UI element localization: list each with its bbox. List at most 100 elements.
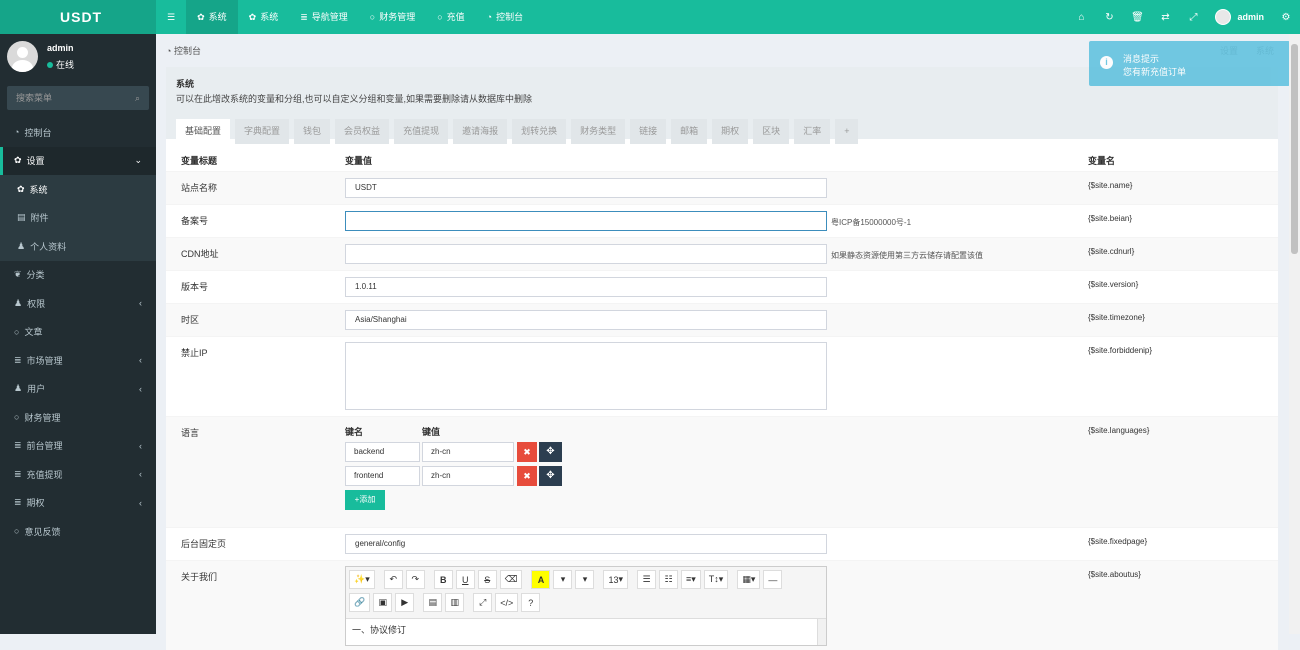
toast-message: 您有新充值订单 [1123, 67, 1187, 77]
strikethrough-icon[interactable]: S [477, 570, 497, 589]
remove-button[interactable]: ✖ [517, 466, 537, 486]
video-icon[interactable]: ▶ [395, 593, 415, 612]
sidebar-item-frontend[interactable]: ≣ 前台管理 ‹ [0, 432, 156, 461]
top-tab-dashboard[interactable]: ◔ 控制台 [476, 0, 534, 34]
tab-member[interactable]: 会员权益 [335, 119, 390, 144]
sidebar-item-permission[interactable]: ♟ 权限 ‹ [0, 289, 156, 318]
about-us-editor: ✨▾ ↶ ↷ B U S ⌫ A ▾ ▾ 13 ▾ ☰ ☷ ≡▾ T↕▾ ▦▾ … [345, 566, 827, 646]
magic-icon[interactable]: ✨▾ [349, 570, 375, 589]
top-tab-system-1[interactable]: ✿ 系统 [186, 0, 238, 34]
help-icon[interactable]: ? [521, 593, 541, 612]
tab-finance-type[interactable]: 财务类型 [571, 119, 626, 144]
top-tab-nav-manage[interactable]: ≣ 导航管理 [289, 0, 359, 34]
fixed-page-input[interactable]: general/config [345, 534, 827, 554]
undo-icon[interactable]: ↶ [383, 570, 403, 589]
language-value-input[interactable]: zh-cn [422, 442, 514, 462]
dashboard-icon: ◔ [486, 12, 493, 22]
timezone-input[interactable]: Asia/Shanghai [345, 310, 827, 330]
scrollbar-thumb[interactable] [1291, 44, 1298, 254]
sidebar-item-category[interactable]: ❦ 分类 [0, 261, 156, 290]
search-icon[interactable]: ⌕ [135, 86, 140, 110]
group-icon: ♟ [14, 297, 23, 308]
site-name-input[interactable]: USDT [345, 178, 827, 198]
list-icon: ≣ [14, 354, 22, 365]
redo-icon[interactable]: ↷ [405, 570, 425, 589]
hamburger-icon: ☰ [167, 12, 176, 22]
home-icon[interactable]: ⌂ [1067, 0, 1095, 34]
image-icon[interactable]: ▣ [373, 593, 393, 612]
drag-handle[interactable]: ✥ [539, 442, 562, 462]
cogs-icon[interactable]: ⚙ [1272, 0, 1300, 34]
page-scrollbar[interactable] [1289, 34, 1300, 634]
beian-input[interactable] [345, 211, 827, 231]
logo[interactable]: USDT [0, 0, 156, 34]
tab-dictionary[interactable]: 字典配置 [235, 119, 290, 144]
bullet-list-icon[interactable]: ☰ [637, 570, 657, 589]
sidebar-item-recharge[interactable]: ≣ 充值提现 ‹ [0, 460, 156, 489]
line-height-icon[interactable]: T↕▾ [703, 570, 729, 589]
user-menu[interactable]: admin [1207, 9, 1272, 25]
document-icon[interactable]: ▥ [445, 593, 465, 612]
fullscreen-icon[interactable]: ⤢ [473, 593, 493, 612]
top-navbar: USDT ☰ ✿ 系统 ✿ 系统 ≣ 导航管理 ○ 财务管理 ○ 充值 ◔ 控制台 ⌂ ↻ … [0, 0, 1300, 34]
fullscreen-icon[interactable]: ⤢ [1179, 0, 1207, 34]
sidebar-subitem-system[interactable]: ✿ 系统 [0, 175, 156, 204]
tab-basic[interactable]: 基础配置 [176, 119, 231, 144]
sidebar-item-settings[interactable]: ✿ 设置 ⌄ [0, 146, 156, 175]
cdn-url-input[interactable] [345, 244, 827, 264]
drag-handle[interactable]: ✥ [539, 466, 562, 486]
tab-block[interactable]: 区块 [753, 119, 790, 144]
file-icon[interactable]: ▤ [423, 593, 443, 612]
tab-transfer[interactable]: 划转兑换 [512, 119, 567, 144]
sidebar-item-options[interactable]: ≣ 期权 ‹ [0, 489, 156, 518]
tab-link[interactable]: 链接 [630, 119, 667, 144]
top-tab-system-2[interactable]: ✿ 系统 [238, 0, 290, 34]
tab-options[interactable]: 期权 [712, 119, 749, 144]
link-icon[interactable]: 🔗 [349, 593, 371, 612]
table-icon[interactable]: ▦▾ [737, 570, 761, 589]
sidebar-item-finance[interactable]: ○ 财务管理 [0, 403, 156, 432]
underline-icon[interactable]: U [455, 570, 475, 589]
horizontal-rule-icon[interactable]: — [763, 570, 783, 589]
tab-poster[interactable]: 邀请海报 [453, 119, 508, 144]
sidebar-item-dashboard[interactable]: ◔ 控制台 [0, 118, 156, 147]
sidebar-item-user[interactable]: ♟ 用户 ‹ [0, 375, 156, 404]
sidebar-subitem-attachment[interactable]: ▤ 附件 [0, 204, 156, 233]
sidebar-subitem-profile[interactable]: ♟ 个人资料 [0, 232, 156, 261]
tab-rate[interactable]: 汇率 [794, 119, 831, 144]
sidebar-item-feedback[interactable]: ○ 意见反馈 [0, 517, 156, 546]
font-size-select[interactable]: 13 ▾ [603, 570, 629, 589]
refresh-icon[interactable]: ↻ [1095, 0, 1123, 34]
tab-add-button[interactable]: + [835, 119, 859, 144]
number-list-icon[interactable]: ☷ [659, 570, 679, 589]
notification-toast[interactable]: i 消息提示 您有新充值订单 [1089, 41, 1290, 86]
tab-recharge[interactable]: 充值提现 [394, 119, 449, 144]
language-key-input[interactable]: backend [345, 442, 420, 462]
add-language-button[interactable]: +添加 [345, 490, 385, 510]
menu-toggle-button[interactable]: ☰ [156, 0, 186, 34]
sidebar-item-article[interactable]: ○ 文章 [0, 318, 156, 347]
editor-scrollbar[interactable] [817, 619, 826, 645]
trash-icon[interactable]: 🗑 [1123, 0, 1151, 34]
font-color-icon[interactable]: A [531, 570, 551, 589]
language-value-input[interactable]: zh-cn [422, 466, 514, 486]
translate-icon[interactable]: ⇄ [1151, 0, 1179, 34]
bold-icon[interactable]: B [433, 570, 453, 589]
remove-button[interactable]: ✖ [517, 442, 537, 462]
chevron-left-icon: ‹ [139, 497, 142, 508]
language-key-input[interactable]: frontend [345, 466, 420, 486]
sidebar-item-market[interactable]: ≣ 市场管理 ‹ [0, 346, 156, 375]
align-icon[interactable]: ≡▾ [681, 570, 701, 589]
sidebar-search-input[interactable]: 搜索菜单 ⌕ [7, 86, 149, 110]
tab-wallet[interactable]: 钱包 [294, 119, 331, 144]
eraser-icon[interactable]: ⌫ [499, 570, 523, 589]
chevron-down-icon[interactable]: ▾ [553, 570, 573, 589]
tab-email[interactable]: 邮箱 [671, 119, 708, 144]
code-view-icon[interactable]: </> [495, 593, 519, 612]
version-input[interactable]: 1.0.11 [345, 277, 827, 297]
top-tab-finance[interactable]: ○ 财务管理 [359, 0, 426, 34]
chevron-down-icon[interactable]: ▾ [575, 570, 595, 589]
editor-body[interactable]: 一、协议修订 [346, 619, 826, 640]
top-tab-recharge[interactable]: ○ 充值 [426, 0, 475, 34]
forbidden-ip-textarea[interactable] [345, 342, 827, 410]
